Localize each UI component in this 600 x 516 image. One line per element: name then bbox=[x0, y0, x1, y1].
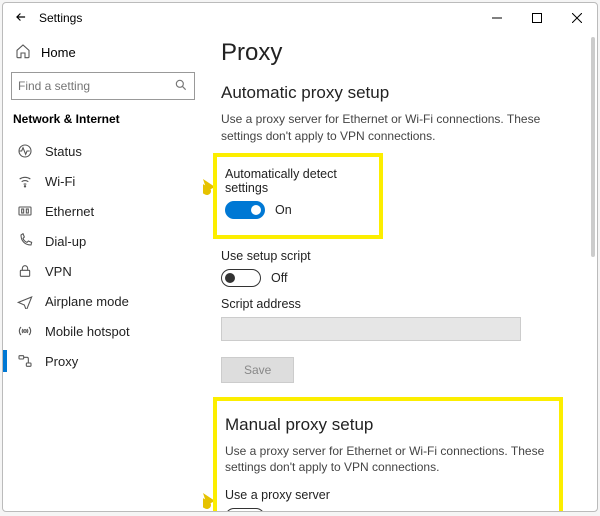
auto-detect-toggle[interactable] bbox=[225, 201, 265, 219]
wifi-icon bbox=[17, 173, 33, 189]
airplane-icon bbox=[17, 293, 33, 309]
save-button[interactable]: Save bbox=[221, 357, 294, 383]
content-pane: Proxy Automatic proxy setup Use a proxy … bbox=[203, 33, 597, 511]
status-icon bbox=[17, 143, 33, 159]
titlebar: Settings bbox=[3, 3, 597, 33]
manual-heading: Manual proxy setup bbox=[225, 415, 551, 435]
sidebar-item-vpn[interactable]: VPN bbox=[11, 256, 195, 286]
minimize-button[interactable] bbox=[477, 3, 517, 33]
sidebar-item-proxy[interactable]: Proxy bbox=[11, 346, 195, 376]
hotspot-icon bbox=[17, 323, 33, 339]
ethernet-icon bbox=[17, 203, 33, 219]
use-proxy-label: Use a proxy server bbox=[225, 488, 551, 502]
sidebar-item-label: Proxy bbox=[45, 354, 78, 369]
sidebar-item-label: Dial-up bbox=[45, 234, 86, 249]
proxy-icon bbox=[17, 353, 33, 369]
highlight-manual: Manual proxy setup Use a proxy server fo… bbox=[213, 397, 563, 511]
auto-desc: Use a proxy server for Ethernet or Wi-Fi… bbox=[221, 111, 561, 145]
vpn-icon bbox=[17, 263, 33, 279]
dialup-icon bbox=[17, 233, 33, 249]
sidebar-home[interactable]: Home bbox=[11, 37, 195, 72]
script-address-input[interactable] bbox=[221, 317, 521, 341]
settings-window: Settings Home Network & Internet Status bbox=[2, 2, 598, 512]
sidebar-item-label: Airplane mode bbox=[45, 294, 129, 309]
script-address-label: Script address bbox=[221, 297, 579, 311]
manual-desc: Use a proxy server for Ethernet or Wi-Fi… bbox=[225, 443, 551, 477]
highlight-auto-detect: Automatically detect settings On bbox=[213, 153, 383, 239]
auto-detect-label: Automatically detect settings bbox=[225, 167, 371, 195]
sidebar-item-label: Ethernet bbox=[45, 204, 94, 219]
home-icon bbox=[15, 43, 31, 62]
sidebar-home-label: Home bbox=[41, 45, 76, 60]
back-button[interactable] bbox=[9, 10, 33, 27]
setup-script-state: Off bbox=[271, 271, 287, 285]
annotation-arrow bbox=[203, 485, 213, 511]
use-proxy-toggle[interactable] bbox=[225, 508, 265, 511]
setup-script-label: Use setup script bbox=[221, 249, 579, 263]
scrollbar[interactable] bbox=[591, 37, 595, 257]
sidebar-item-wifi[interactable]: Wi-Fi bbox=[11, 166, 195, 196]
setup-script-toggle[interactable] bbox=[221, 269, 261, 287]
sidebar-item-ethernet[interactable]: Ethernet bbox=[11, 196, 195, 226]
sidebar-item-label: Wi-Fi bbox=[45, 174, 75, 189]
maximize-button[interactable] bbox=[517, 3, 557, 33]
sidebar: Home Network & Internet Status Wi-Fi Eth… bbox=[3, 33, 203, 511]
sidebar-item-status[interactable]: Status bbox=[11, 136, 195, 166]
sidebar-item-dialup[interactable]: Dial-up bbox=[11, 226, 195, 256]
search-input[interactable] bbox=[18, 79, 174, 93]
sidebar-section-header: Network & Internet bbox=[13, 112, 195, 126]
sidebar-item-label: Mobile hotspot bbox=[45, 324, 130, 339]
close-button[interactable] bbox=[557, 3, 597, 33]
auto-heading: Automatic proxy setup bbox=[221, 83, 579, 103]
page-title: Proxy bbox=[221, 39, 579, 67]
sidebar-item-label: Status bbox=[45, 144, 82, 159]
auto-detect-state: On bbox=[275, 203, 292, 217]
search-box[interactable] bbox=[11, 72, 195, 100]
search-icon bbox=[174, 78, 188, 95]
use-proxy-state: Off bbox=[275, 510, 291, 511]
annotation-arrow bbox=[203, 171, 213, 199]
window-title: Settings bbox=[39, 11, 82, 25]
sidebar-item-label: VPN bbox=[45, 264, 72, 279]
sidebar-item-hotspot[interactable]: Mobile hotspot bbox=[11, 316, 195, 346]
sidebar-item-airplane[interactable]: Airplane mode bbox=[11, 286, 195, 316]
